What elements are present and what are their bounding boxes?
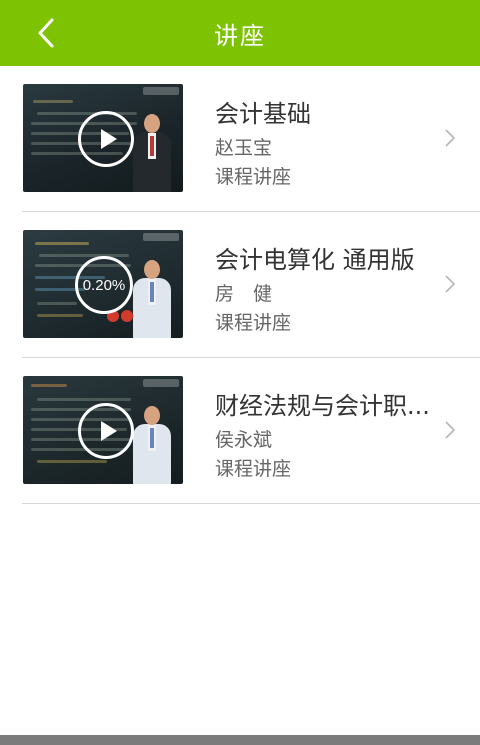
play-button[interactable] — [78, 111, 134, 167]
lecture-item[interactable]: 财经法规与会计职... 侯永斌 课程讲座 — [0, 358, 480, 504]
lecture-category: 课程讲座 — [215, 458, 292, 480]
play-icon — [100, 129, 117, 149]
lecture-item[interactable]: 会计基础 赵玉宝 课程讲座 — [0, 66, 480, 212]
progress-label: 0.20% — [82, 276, 126, 294]
lecture-category: 课程讲座 — [215, 166, 292, 188]
channel-logo — [143, 379, 179, 387]
lecture-thumbnail — [23, 376, 183, 484]
lecture-title: 会计基础 — [215, 100, 311, 128]
lecturer-figure — [133, 114, 171, 192]
lecture-thumbnail: 0.20% — [23, 230, 183, 338]
chevron-left-icon — [38, 18, 54, 48]
page-title: 讲座 — [214, 21, 266, 50]
chevron-right-icon — [445, 275, 456, 293]
channel-logo — [143, 87, 179, 95]
lecture-title: 财经法规与会计职... — [215, 392, 430, 420]
lecture-list: 会计基础 赵玉宝 课程讲座 0.20% 会计电算化 通用版 房 健 课程讲座 财… — [0, 66, 480, 504]
apple-decoration — [121, 310, 133, 322]
back-button[interactable] — [28, 15, 64, 51]
lecture-teacher: 赵玉宝 — [215, 137, 273, 159]
lecture-teacher: 侯永斌 — [215, 429, 273, 451]
lecture-title: 会计电算化 通用版 — [215, 246, 415, 274]
channel-logo — [143, 233, 179, 241]
lecture-teacher: 房 健 — [215, 283, 273, 305]
lecture-category: 课程讲座 — [215, 312, 292, 334]
lecturer-figure — [133, 406, 171, 484]
chevron-right-icon — [445, 129, 456, 147]
top-app-bar: 讲座 — [0, 0, 480, 66]
progress-ring[interactable]: 0.20% — [75, 256, 133, 314]
play-icon — [100, 421, 117, 441]
lecture-item[interactable]: 0.20% 会计电算化 通用版 房 健 课程讲座 — [0, 212, 480, 358]
bottom-edge-bar — [0, 735, 480, 745]
list-divider — [22, 503, 480, 504]
chevron-right-icon — [445, 421, 456, 439]
lecturer-figure — [133, 260, 171, 338]
play-button[interactable] — [78, 403, 134, 459]
lecture-thumbnail — [23, 84, 183, 192]
